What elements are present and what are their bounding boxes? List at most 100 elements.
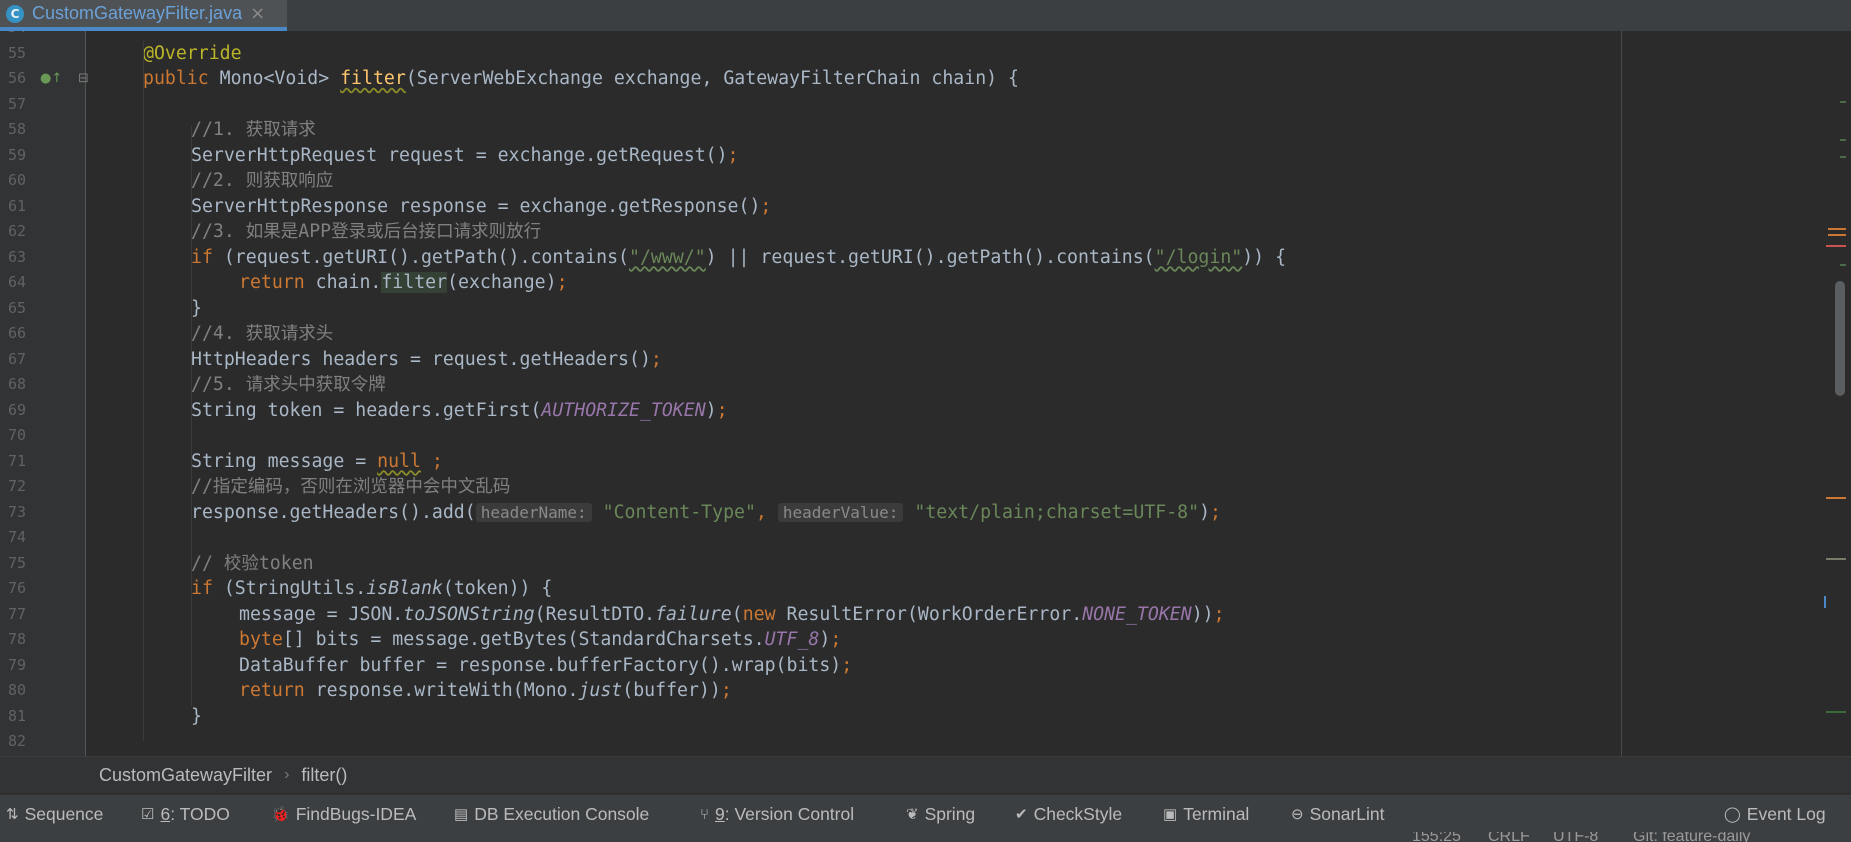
line-number[interactable]: 81: [8, 704, 32, 730]
line-number[interactable]: 56: [8, 66, 32, 92]
code-token: public: [143, 68, 220, 89]
code-line[interactable]: //指定编码，否则在浏览器中会中文乱码: [191, 474, 510, 500]
line-number[interactable]: 77: [8, 602, 32, 628]
code-token: ;: [716, 399, 728, 421]
line-number[interactable]: 71: [8, 449, 32, 475]
line-number[interactable]: 55: [8, 41, 32, 67]
code-line[interactable]: ServerHttpResponse response = exchange.g…: [191, 194, 771, 220]
code-token: ;: [720, 680, 732, 701]
tool-window-terminal[interactable]: ▣ Terminal: [1163, 795, 1249, 833]
line-number[interactable]: 69: [8, 398, 32, 424]
code-token: ResultError(WorkOrderError.: [786, 603, 1083, 625]
code-token: (StringUtils.: [223, 578, 367, 599]
line-number[interactable]: 65: [8, 296, 32, 322]
code-token: (: [731, 603, 743, 625]
code-token: )) {: [1242, 246, 1287, 268]
line-number[interactable]: 79: [8, 653, 32, 679]
code-line[interactable]: response.getHeaders().add(headerName: "C…: [191, 500, 1221, 526]
event-log-label: Event Log: [1746, 803, 1826, 824]
event-log-button[interactable]: ◯ Event Log: [1724, 795, 1826, 833]
file-encoding[interactable]: UTF-8: [1553, 832, 1598, 842]
line-separator[interactable]: CRLF: [1488, 832, 1530, 842]
tool-window-db-console[interactable]: ▤ DB Execution Console: [454, 795, 649, 833]
line-number[interactable]: 57: [8, 92, 32, 118]
code-token: (ServerWebExchange exchange, GatewayFilt…: [405, 68, 1020, 89]
code-token: ;: [727, 144, 739, 166]
code-editor[interactable]: 5455565758596061626364656667686970717273…: [0, 31, 1851, 756]
tool-window-checkstyle[interactable]: ✔ CheckStyle: [1015, 795, 1122, 833]
code-line[interactable]: byte[] bits = message.getBytes(StandardC…: [239, 627, 841, 653]
tool-window-findbugs[interactable]: 🐞 FindBugs-IDEA: [271, 795, 416, 833]
code-line[interactable]: return chain.filter(exchange);: [239, 270, 568, 296]
code-token: token: [258, 552, 314, 574]
version-control-icon: ⑂: [700, 805, 710, 823]
code-token: if: [191, 246, 224, 268]
code-line[interactable]: }: [191, 704, 202, 730]
code-line[interactable]: public Mono<Void> filter(ServerWebExchan…: [143, 66, 1019, 92]
line-number[interactable]: 75: [8, 551, 32, 577]
line-number[interactable]: 58: [8, 117, 32, 143]
line-number[interactable]: 67: [8, 347, 32, 373]
line-number[interactable]: 68: [8, 372, 32, 398]
git-branch[interactable]: Git: feature-daily: [1633, 832, 1750, 842]
code-line[interactable]: //2. 则获取响应: [191, 168, 333, 194]
breadcrumb-class[interactable]: CustomGatewayFilter: [99, 765, 272, 786]
line-number[interactable]: 72: [8, 474, 32, 500]
line-number[interactable]: 70: [8, 423, 32, 449]
code-token: "/www/": [629, 246, 706, 268]
tool-window-spring[interactable]: ❦ Spring: [906, 795, 975, 833]
code-token: 获取请求: [245, 120, 316, 140]
code-line[interactable]: //3. 如果是APP登录或后台接口请求则放行: [191, 219, 541, 245]
tab-custom-gateway-filter[interactable]: C CustomGatewayFilter.java ×: [0, 0, 287, 31]
code-line[interactable]: message = JSON.toJSONString(ResultDTO.fa…: [239, 602, 1225, 628]
override-method-icon[interactable]: ●↑: [40, 66, 62, 92]
code-token: ServerHttpResponse response = exchange.g…: [191, 195, 761, 217]
code-area[interactable]: @Override public Mono<Void> filter(Server…: [86, 31, 1851, 756]
breadcrumb-method[interactable]: filter(): [301, 765, 347, 786]
line-number[interactable]: 76: [8, 576, 32, 602]
close-icon[interactable]: ×: [250, 3, 265, 24]
code-line[interactable]: String message = null ;: [191, 449, 443, 475]
cursor-position[interactable]: 155:25: [1412, 832, 1461, 842]
line-number[interactable]: 61: [8, 194, 32, 220]
line-number[interactable]: 59: [8, 143, 32, 169]
line-number[interactable]: 74: [8, 525, 32, 551]
vertical-scrollbar[interactable]: [1835, 281, 1845, 396]
code-token: NONE_TOKEN: [1082, 603, 1192, 625]
code-token: return: [239, 272, 316, 293]
code-line[interactable]: return response.writeWith(Mono.just(buff…: [239, 678, 732, 704]
code-line[interactable]: //5. 请求头中获取令牌: [191, 372, 386, 398]
code-line[interactable]: }: [191, 296, 202, 322]
line-number[interactable]: 66: [8, 321, 32, 347]
code-line[interactable]: DataBuffer buffer = response.bufferFacto…: [239, 653, 852, 679]
code-line[interactable]: // 校验token: [191, 551, 314, 577]
code-token: //: [191, 552, 224, 574]
code-line[interactable]: HttpHeaders headers = request.getHeaders…: [191, 347, 662, 373]
code-token: filter: [340, 68, 406, 89]
line-number[interactable]: 62: [8, 219, 32, 245]
status-bar: 155:25 CRLF UTF-8 Git: feature-daily: [0, 832, 1851, 842]
tool-window-sequence[interactable]: ⇅ Sequence: [6, 795, 103, 833]
code-line[interactable]: //4. 获取请求头: [191, 321, 333, 347]
tool-window-version-control[interactable]: ⑂ 9: Version Control: [700, 795, 854, 833]
line-number[interactable]: 82: [8, 729, 32, 755]
code-line[interactable]: String token = headers.getFirst(AUTHORIZ…: [191, 398, 728, 424]
line-number[interactable]: 63: [8, 245, 32, 271]
line-number[interactable]: 80: [8, 678, 32, 704]
tool-window-sonarlint[interactable]: ⊖ SonarLint: [1291, 795, 1385, 833]
line-number[interactable]: 78: [8, 627, 32, 653]
breadcrumb-separator-icon: ›: [284, 766, 290, 783]
code-line[interactable]: //1. 获取请求: [191, 117, 316, 143]
code-token: filter: [381, 272, 448, 293]
line-number[interactable]: 73: [8, 500, 32, 526]
line-number[interactable]: 64: [8, 270, 32, 296]
code-line[interactable]: ServerHttpRequest request = exchange.get…: [191, 143, 739, 169]
code-line[interactable]: if (request.getURI().getPath().contains(…: [191, 245, 1286, 271]
line-number[interactable]: 60: [8, 168, 32, 194]
line-number[interactable]: 54: [8, 31, 32, 41]
tool-window-todo[interactable]: ☑ 6: TODO: [141, 795, 230, 833]
code-line[interactable]: if (StringUtils.isBlank(token)) {: [191, 576, 552, 602]
line-number-gutter[interactable]: 5455565758596061626364656667686970717273…: [0, 31, 89, 756]
code-token: UTF_8: [764, 629, 820, 650]
code-line[interactable]: @Override: [143, 41, 242, 67]
